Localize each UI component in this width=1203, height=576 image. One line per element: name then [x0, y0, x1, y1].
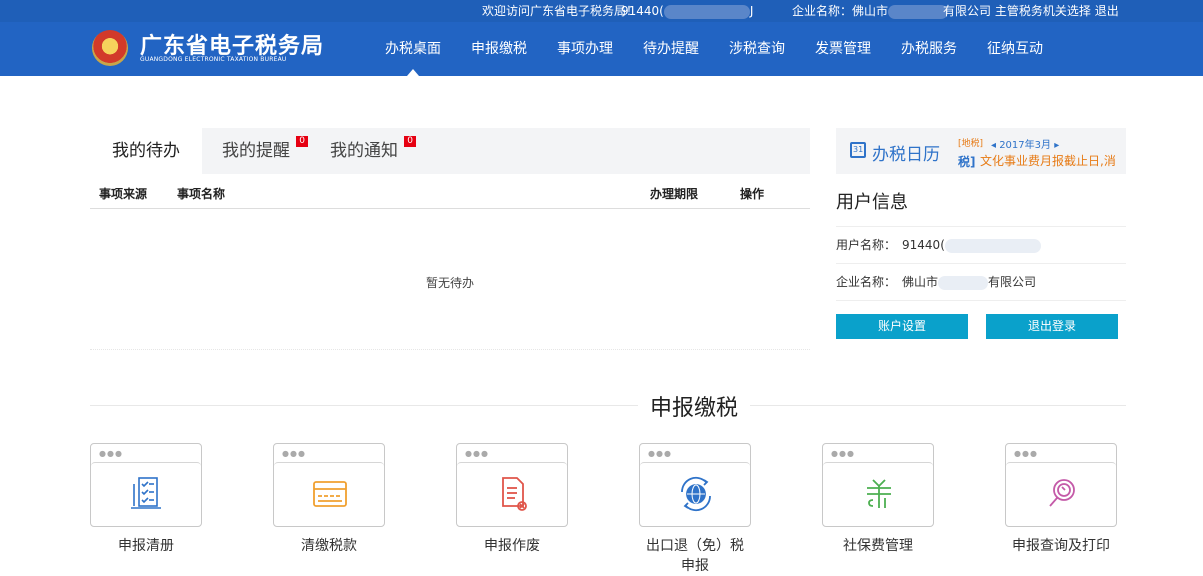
- tab-my-reminders[interactable]: 我的提醒 0: [202, 128, 310, 174]
- welcome-text: 欢迎访问广东省电子税务局！: [482, 4, 639, 18]
- notice-count-badge: 0: [404, 136, 416, 147]
- col-source: 事项来源: [99, 187, 148, 201]
- nav-tax-desktop[interactable]: 办税桌面: [370, 22, 456, 76]
- calendar-title: 办税日历: [872, 145, 940, 165]
- tax-tag: 税]: [958, 155, 976, 169]
- card-social-security[interactable]: ●●●: [822, 443, 934, 527]
- nav-matters[interactable]: 事项办理: [542, 22, 628, 76]
- nav-service[interactable]: 办税服务: [886, 22, 972, 76]
- logout-button[interactable]: 退出登录: [986, 314, 1118, 339]
- todo-table-header: 事项来源 事项名称 办理期限 操作: [90, 174, 810, 209]
- card-label: 社保费管理: [843, 538, 913, 554]
- company-name: 企业名称：佛山市: [792, 0, 949, 22]
- user-name-row: 用户名称： 91440(: [836, 227, 1126, 264]
- calendar-event[interactable]: 文化事业费月报截止日,消: [980, 152, 1116, 169]
- card-label: 申报清册: [118, 538, 174, 554]
- col-name: 事项名称: [177, 187, 226, 201]
- todo-tabs: 我的待办 我的提醒 0 我的通知 0: [90, 128, 810, 174]
- card-label: 申报作废: [484, 538, 540, 554]
- main-nav: 办税桌面 申报缴税 事项办理 待办提醒 涉税查询 发票管理 办税服务 征纳互动: [370, 22, 1058, 76]
- calendar-month[interactable]: ◂ 2017年3月 ▸: [991, 136, 1059, 151]
- card-label: 申报查询及打印: [1012, 538, 1110, 554]
- search-print-icon: [1049, 479, 1075, 507]
- checklist-icon: [131, 477, 161, 509]
- tab-my-todo[interactable]: 我的待办: [90, 128, 202, 174]
- header: 广东省电子税务局 GUANGDONG ELECTRONIC TAXATION B…: [0, 22, 1203, 76]
- user-info-title: 用户信息: [836, 174, 1126, 227]
- logout-link[interactable]: 退出: [1095, 4, 1119, 18]
- nav-reminders[interactable]: 待办提醒: [628, 22, 714, 76]
- calendar-icon: [850, 142, 866, 158]
- card-icon: [313, 481, 347, 507]
- national-emblem-icon: [92, 30, 128, 66]
- side-panel: 办税日历 [地税] ◂ 2017年3月 ▸ 税] 文化事业费月报截止日,消 用户…: [836, 128, 1126, 339]
- site-subtitle: GUANGDONG ELECTRONIC TAXATION BUREAU: [140, 56, 287, 63]
- tax-calendar[interactable]: 办税日历 [地税] ◂ 2017年3月 ▸ 税] 文化事业费月报截止日,消: [836, 128, 1126, 174]
- social-security-icon: [867, 479, 891, 508]
- tab-my-notices[interactable]: 我的通知 0: [310, 128, 418, 174]
- card-export-refund[interactable]: ●●●: [639, 443, 751, 527]
- card-pay-tax[interactable]: ●●●: [273, 443, 385, 527]
- card-declare-list[interactable]: ●●●: [90, 443, 202, 527]
- col-deadline: 办理期限: [650, 187, 699, 201]
- nav-invoice[interactable]: 发票管理: [800, 22, 886, 76]
- company-name-row: 企业名称： 佛山市 有限公司: [836, 264, 1126, 301]
- account-settings-button[interactable]: 账户设置: [836, 314, 968, 339]
- empty-todo-text: 暂无待办: [425, 276, 474, 290]
- reminder-count-badge: 0: [296, 136, 308, 147]
- user-id: 91440(J: [621, 4, 754, 19]
- nav-declare-pay[interactable]: 申报缴税: [456, 22, 542, 76]
- todo-panel: 我的待办 我的提醒 0 我的通知 0 事项来源 事项名称 办理期限 操作 暂无待办: [90, 128, 810, 350]
- switch-authority-link[interactable]: 主管税务机关选择: [995, 4, 1091, 18]
- nav-interaction[interactable]: 征纳互动: [972, 22, 1058, 76]
- col-action: 操作: [740, 187, 765, 201]
- top-actions: 有限公司 主管税务机关选择 退出: [943, 4, 1119, 18]
- card-label: 出口退（免）税申报: [646, 538, 744, 574]
- card-query-print[interactable]: ●●●: [1005, 443, 1117, 527]
- nav-tax-query[interactable]: 涉税查询: [714, 22, 800, 76]
- top-bar: 欢迎访问广东省电子税务局！ 91440(J 企业名称：佛山市 有限公司 主管税务…: [0, 0, 1203, 22]
- void-document-icon: [502, 477, 527, 511]
- section-header: 申报缴税: [90, 388, 1126, 422]
- globe-icon: [681, 476, 711, 512]
- card-declare-void[interactable]: ●●●: [456, 443, 568, 527]
- section-title: 申报缴税: [638, 390, 751, 422]
- local-tax-tag: [地税]: [958, 139, 984, 149]
- card-label: 清缴税款: [301, 538, 357, 554]
